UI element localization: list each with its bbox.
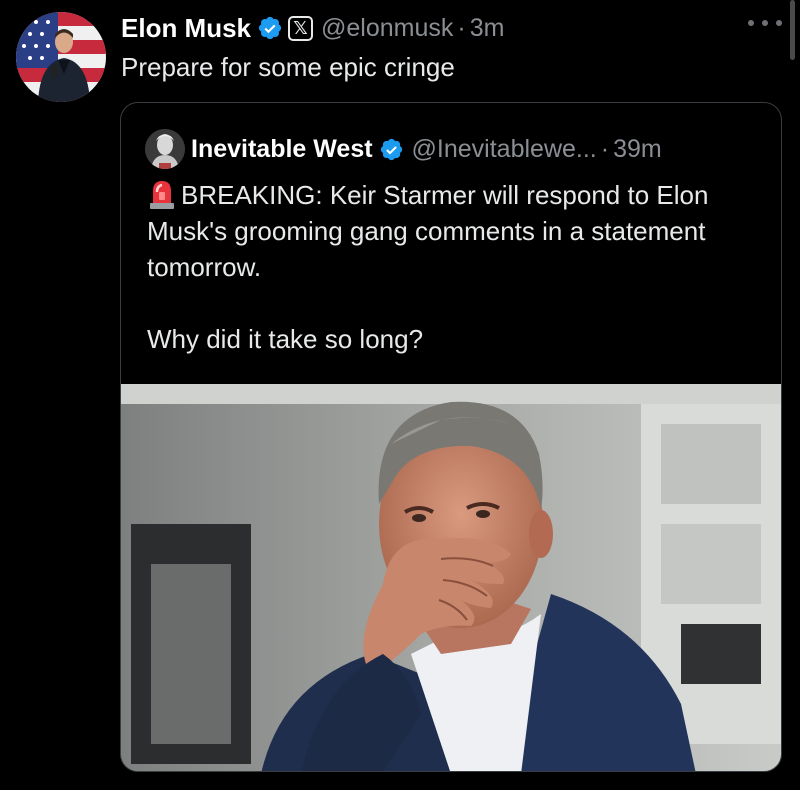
author-name[interactable]: Elon Musk — [121, 13, 251, 44]
quoted-tweet-card[interactable]: Inevitable West @Inevitablewe... · 39m B… — [120, 102, 782, 772]
verified-badge-icon[interactable] — [257, 15, 283, 41]
time-separator: · — [457, 13, 466, 42]
quoted-text-line-2: Why did it take so long? — [147, 324, 424, 354]
author-handle[interactable]: @elonmusk — [321, 14, 453, 43]
quoted-tweet-photo[interactable] — [121, 384, 781, 771]
quoted-author-handle[interactable]: @Inevitablewe... — [412, 135, 597, 164]
tweet-header: Elon Musk 𝕏 @elonmusk · 3m — [121, 8, 504, 48]
rotating-siren-icon — [147, 178, 177, 210]
more-options-icon[interactable] — [748, 12, 782, 34]
quoted-tweet-time[interactable]: 39m — [613, 135, 662, 164]
quoted-tweet-paragraph: Why did it take so long? — [147, 321, 767, 357]
quoted-text-line-1: BREAKING: Keir Starmer will respond to E… — [147, 180, 709, 282]
quoted-author-avatar[interactable] — [145, 129, 185, 169]
avatar-image — [16, 12, 106, 102]
x-logo-icon[interactable]: 𝕏 — [288, 15, 314, 41]
author-avatar[interactable] — [16, 12, 106, 102]
time-separator: · — [600, 134, 610, 163]
tweet-time[interactable]: 3m — [470, 14, 505, 43]
bust-statue-icon — [145, 129, 185, 169]
quoted-tweet-text: BREAKING: Keir Starmer will respond to E… — [147, 177, 767, 357]
tweet-text: Prepare for some epic cringe — [121, 52, 455, 82]
verified-badge-icon[interactable] — [379, 137, 404, 162]
scrollbar[interactable] — [790, 0, 795, 60]
quoted-tweet-header: Inevitable West @Inevitablewe... · 39m — [191, 129, 662, 169]
quoted-author-name[interactable]: Inevitable West — [191, 135, 373, 164]
quoted-tweet-paragraph: BREAKING: Keir Starmer will respond to E… — [147, 177, 767, 285]
man-covering-mouth-photo — [121, 384, 781, 771]
